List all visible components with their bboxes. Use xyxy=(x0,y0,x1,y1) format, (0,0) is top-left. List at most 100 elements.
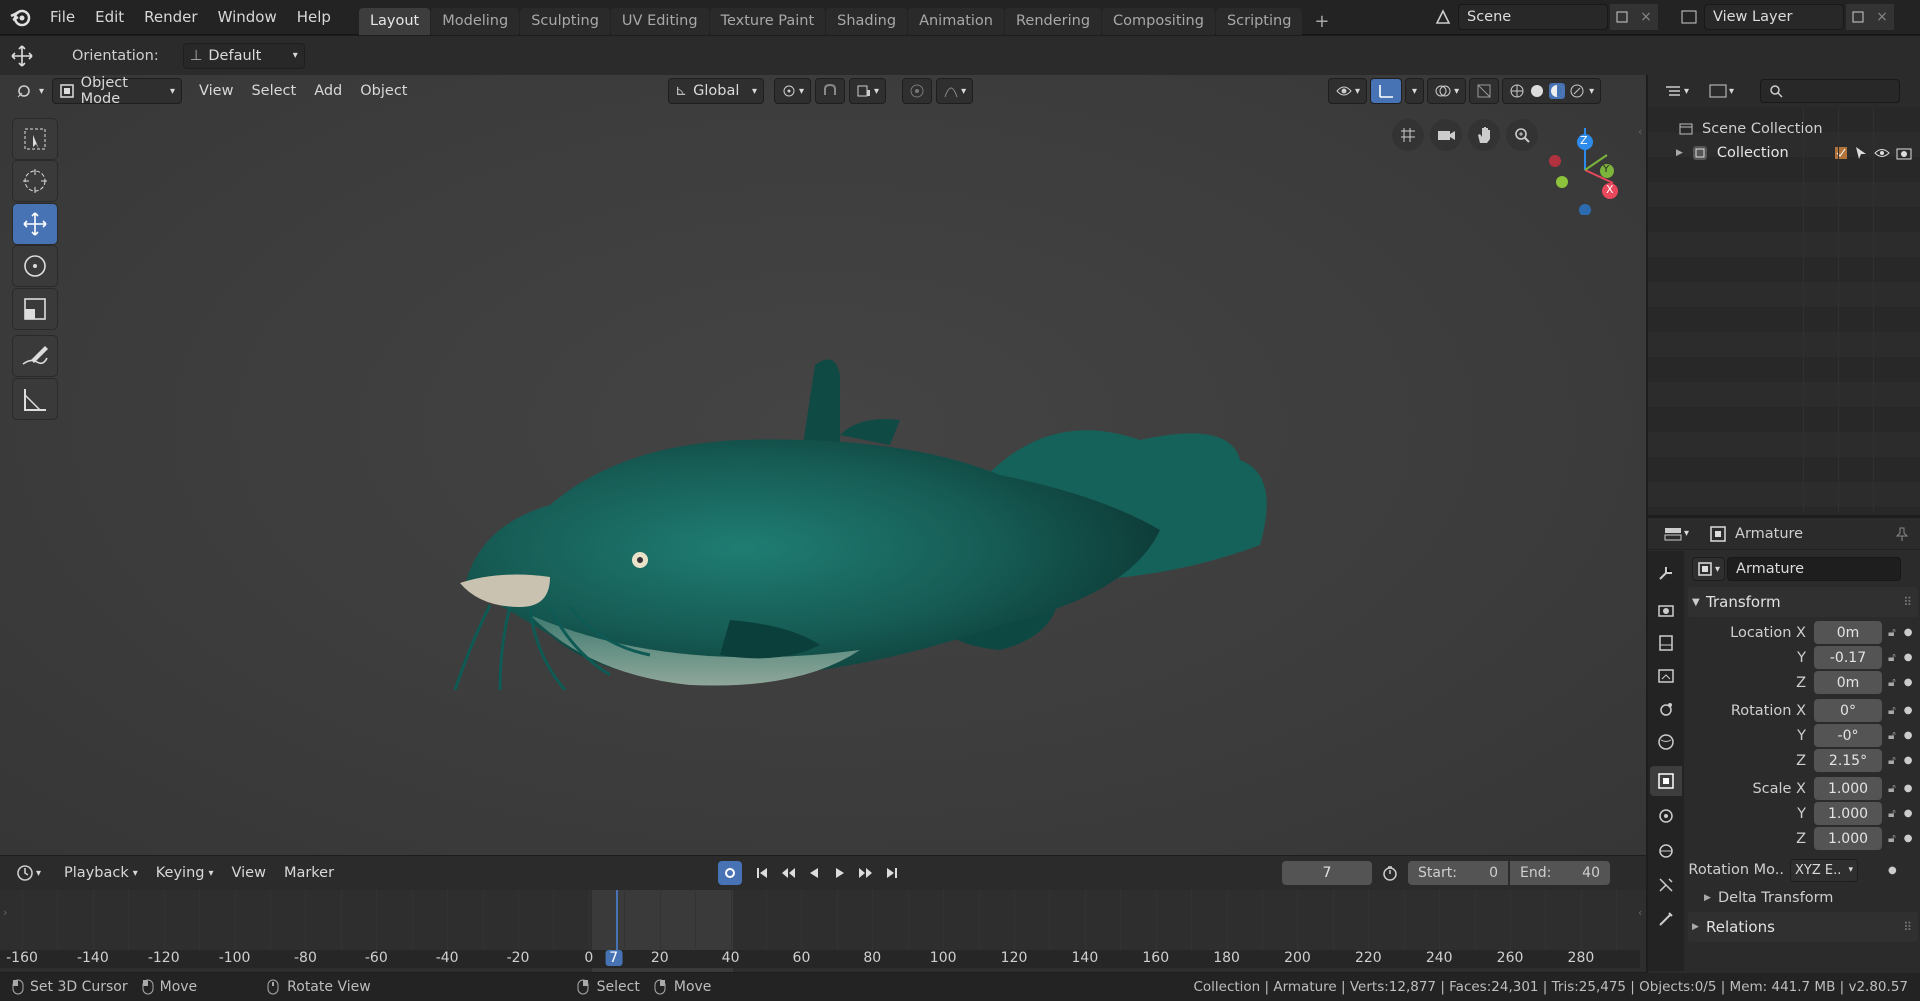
pivot-point-icon[interactable]: ▾ xyxy=(774,78,812,104)
select-box-tool[interactable] xyxy=(12,118,58,160)
move-tool-icon[interactable] xyxy=(0,36,44,75)
gizmo-toggle-icon[interactable] xyxy=(1370,78,1403,104)
scene-tab-icon[interactable] xyxy=(1650,694,1682,724)
snap-element-icon[interactable]: ▾ xyxy=(849,78,887,104)
modifiers-tab-icon[interactable] xyxy=(1650,801,1682,831)
move-tool[interactable] xyxy=(12,203,58,245)
menu-edit[interactable]: Edit xyxy=(85,0,134,35)
location-y-field[interactable]: -0.17 xyxy=(1814,646,1882,669)
lock-icon[interactable]: 🔓︎ xyxy=(1888,675,1896,690)
editor-type-dropdown[interactable]: ▾ xyxy=(10,78,50,104)
location-z-field[interactable]: 0m xyxy=(1814,671,1882,694)
tab-shading[interactable]: Shading xyxy=(826,7,908,35)
tab-rendering[interactable]: Rendering xyxy=(1005,7,1102,35)
tab-layout[interactable]: Layout xyxy=(358,7,431,35)
keyframe-dot-icon[interactable]: ● xyxy=(1904,730,1913,741)
keyframe-dot-icon[interactable]: ● xyxy=(1904,808,1913,819)
menu-file[interactable]: File xyxy=(40,0,85,35)
tab-modeling[interactable]: Modeling xyxy=(431,7,520,35)
visibility-icon[interactable]: ▾ xyxy=(1328,78,1368,104)
menu-select[interactable]: Select xyxy=(242,78,305,104)
orientation-dropdown[interactable]: ⊥ Default ▾ xyxy=(182,42,305,69)
object-browse-icon[interactable]: ▾ xyxy=(1692,557,1726,581)
tab-animation[interactable]: Animation xyxy=(908,7,1004,35)
menu-timeline-view[interactable]: View xyxy=(223,860,275,886)
scale-tool[interactable] xyxy=(12,288,58,330)
properties-editor-type-icon[interactable]: ▾ xyxy=(1658,521,1695,547)
measure-tool[interactable] xyxy=(12,378,58,420)
outliner-search-input[interactable] xyxy=(1760,79,1901,103)
lock-icon[interactable]: 🔓︎ xyxy=(1888,703,1896,718)
start-frame-field[interactable]: Start: 0 xyxy=(1408,861,1508,885)
menu-render[interactable]: Render xyxy=(134,0,207,35)
keyframe-dot-icon[interactable]: ● xyxy=(1904,677,1913,688)
outliner-editor-type-icon[interactable]: ▾ xyxy=(1658,78,1695,104)
menu-add[interactable]: Add xyxy=(305,78,351,104)
menu-playback[interactable]: Playback ▾ xyxy=(55,860,147,886)
keyframe-dot-icon[interactable]: ● xyxy=(1904,783,1913,794)
lock-icon[interactable]: 🔓︎ xyxy=(1888,781,1896,796)
wireframe-shading-icon[interactable] xyxy=(1509,83,1525,99)
keyframe-dot-icon[interactable]: ● xyxy=(1904,755,1913,766)
next-keyframe-icon[interactable] xyxy=(854,861,878,885)
cursor-tool[interactable] xyxy=(12,160,58,202)
view-layer-field[interactable]: View Layer xyxy=(1704,4,1844,30)
rotation-x-field[interactable]: 0° xyxy=(1814,699,1882,722)
drag-handle-icon[interactable]: ⠿ xyxy=(1903,920,1912,934)
timeline-editor-type-icon[interactable]: ▾ xyxy=(10,860,47,886)
current-frame-field[interactable]: 7 xyxy=(1282,861,1372,885)
zoom-icon[interactable] xyxy=(1506,119,1538,151)
rotation-y-field[interactable]: -0° xyxy=(1814,724,1882,747)
catfish-model[interactable] xyxy=(440,345,1300,815)
object-tab-icon[interactable] xyxy=(1650,766,1682,796)
timeline-track-area[interactable]: -160 -140 -120 -100 -80 -60 -40 -20 0 7 20 40 60 80 10… xyxy=(0,890,1646,972)
keyframe-dot-icon[interactable]: ● xyxy=(1904,627,1913,638)
end-frame-field[interactable]: End: 40 xyxy=(1510,861,1610,885)
annotate-tool[interactable] xyxy=(12,335,58,377)
play-reverse-icon[interactable] xyxy=(802,861,826,885)
overlays-icon[interactable]: ▾ xyxy=(1427,78,1467,104)
lock-icon[interactable]: 🔓︎ xyxy=(1888,753,1896,768)
menu-marker[interactable]: Marker xyxy=(275,860,343,886)
delta-transform-subpanel[interactable]: ▶ Delta Transform xyxy=(1688,884,1918,912)
grid-view-icon[interactable] xyxy=(1392,119,1424,151)
pan-hand-icon[interactable] xyxy=(1468,119,1500,151)
prev-keyframe-icon[interactable] xyxy=(776,861,800,885)
orientation-gizmo[interactable]: Z X Y xyxy=(1535,115,1625,215)
keyframe-dot-icon[interactable]: ● xyxy=(1904,833,1913,844)
transform-orientation-dropdown[interactable]: ⊾ Global ▾ xyxy=(668,78,764,104)
menu-window[interactable]: Window xyxy=(208,0,287,35)
add-workspace-icon[interactable]: + xyxy=(1303,8,1340,35)
camera-render-icon[interactable] xyxy=(1896,146,1912,160)
relations-section-header[interactable]: ▶ Relations ⠿ xyxy=(1688,912,1918,942)
lock-icon[interactable]: 🔓︎ xyxy=(1888,650,1896,665)
pin-icon[interactable] xyxy=(1894,526,1910,542)
object-name-input[interactable]: Armature xyxy=(1727,557,1902,581)
play-icon[interactable] xyxy=(828,861,852,885)
drag-handle-icon[interactable]: ⠿ xyxy=(1903,595,1912,609)
view-layer-tab-icon[interactable] xyxy=(1650,661,1682,691)
new-view-layer-icon[interactable] xyxy=(1846,4,1870,30)
collapse-sidebar-icon[interactable]: ‹ xyxy=(1638,125,1642,138)
rotation-mode-dropdown[interactable]: XYZ E.. ▾ xyxy=(1790,858,1858,882)
menu-keying[interactable]: Keying ▾ xyxy=(147,860,223,886)
rotate-tool[interactable] xyxy=(12,245,58,287)
snap-toggle-icon[interactable] xyxy=(815,78,846,104)
output-tab-icon[interactable] xyxy=(1650,628,1682,658)
tab-uv-editing[interactable]: UV Editing xyxy=(610,7,709,35)
current-frame-marker[interactable]: 7 xyxy=(605,950,623,966)
falloff-icon[interactable]: ▾ xyxy=(936,78,974,104)
scale-x-field[interactable]: 1.000 xyxy=(1814,777,1882,800)
gizmo-dropdown-icon[interactable]: ▾ xyxy=(1405,78,1425,104)
scene-icon[interactable] xyxy=(1428,4,1458,30)
lock-icon[interactable]: 🔓︎ xyxy=(1888,831,1896,846)
lock-icon[interactable]: 🔓︎ xyxy=(1888,625,1896,640)
new-scene-icon[interactable] xyxy=(1610,4,1634,30)
xray-icon[interactable] xyxy=(1469,78,1500,104)
keyframe-dot-icon[interactable]: ● xyxy=(1904,652,1913,663)
expand-arrow-icon[interactable]: ▶ xyxy=(1676,148,1683,158)
selectable-arrow-icon[interactable] xyxy=(1854,146,1868,160)
scene-name-field[interactable]: Scene xyxy=(1458,4,1608,30)
scene-collection-row[interactable]: Scene Collection xyxy=(1678,117,1823,141)
keyframe-dot-icon[interactable]: ● xyxy=(1904,705,1913,716)
